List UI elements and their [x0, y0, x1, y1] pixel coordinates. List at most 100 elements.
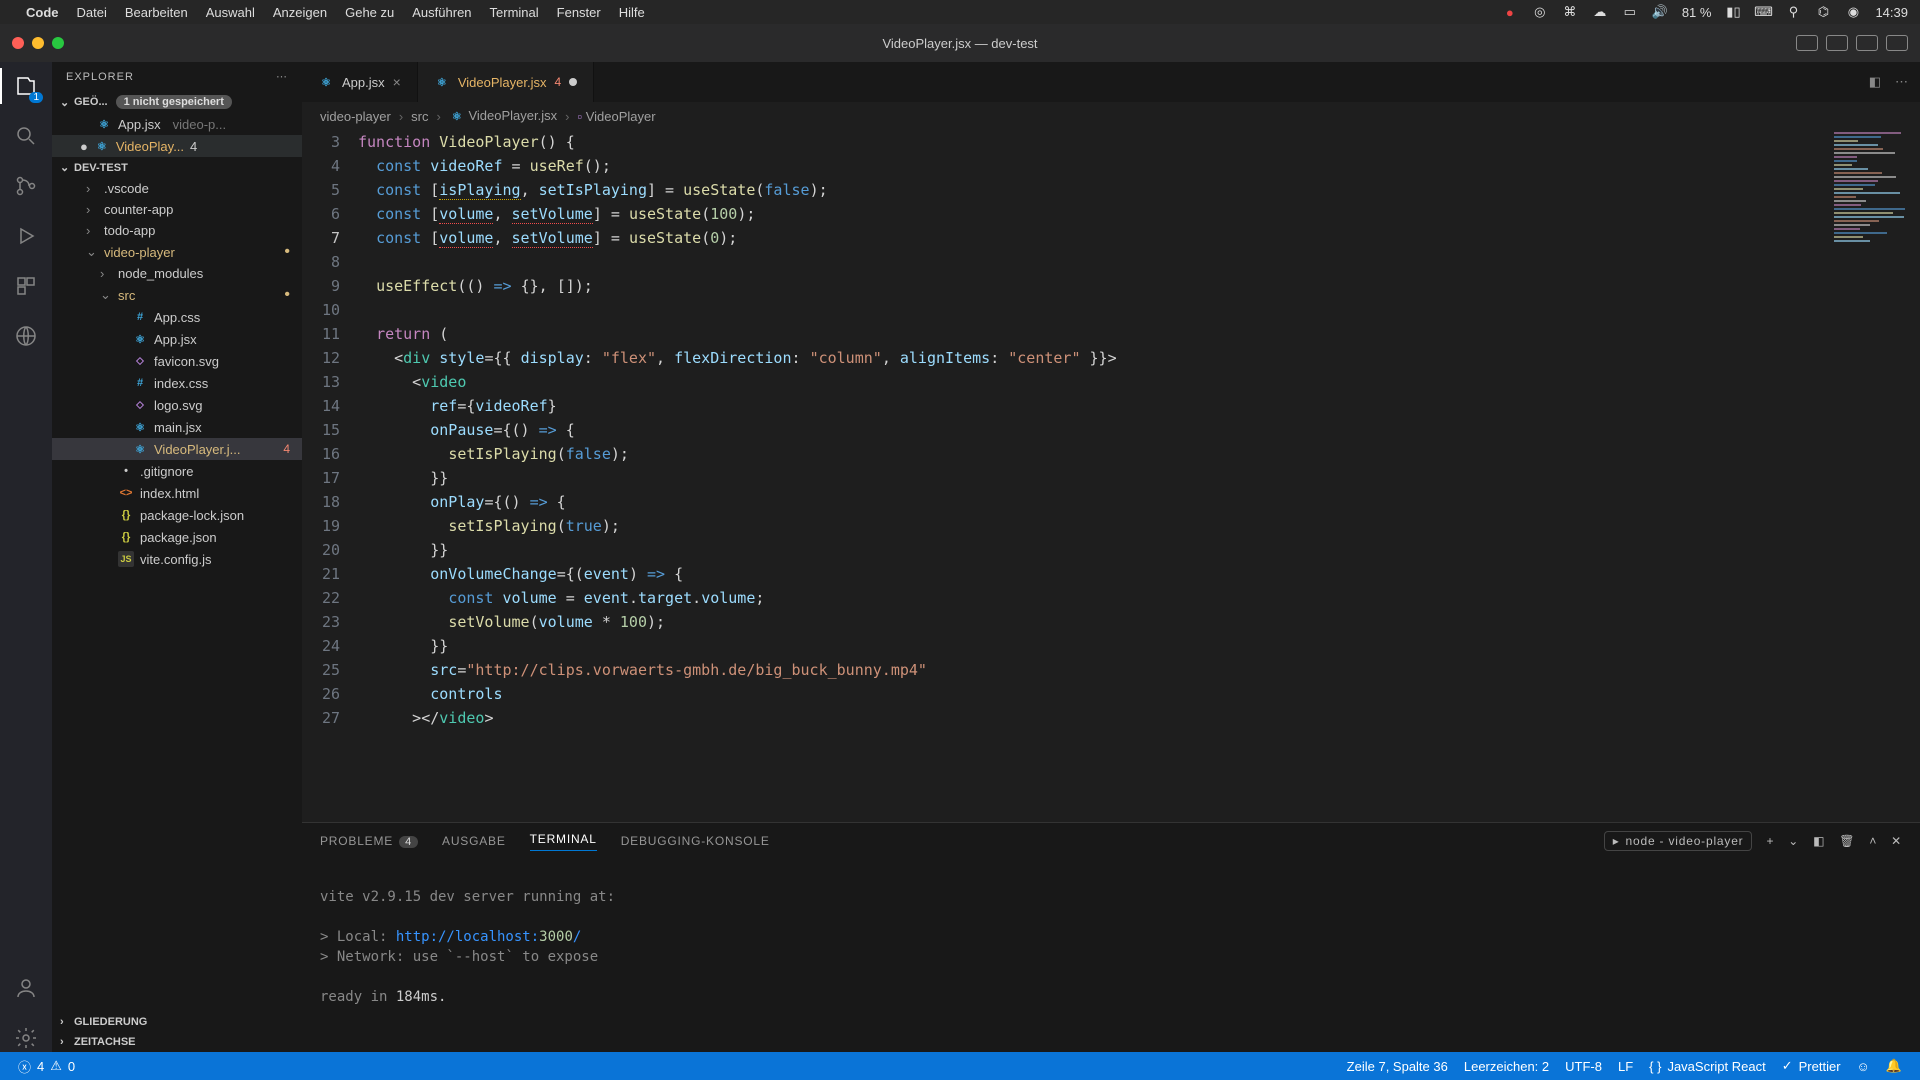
timeline-header[interactable]: › ZEITACHSE [52, 1032, 302, 1052]
file-item[interactable]: <>index.html [52, 482, 302, 504]
maximize-panel-icon[interactable]: ˄ [1869, 834, 1877, 848]
panel-tab-output[interactable]: AUSGABE [442, 834, 506, 848]
status-cursor[interactable]: Zeile 7, Spalte 36 [1339, 1058, 1456, 1074]
window-close-button[interactable] [12, 37, 24, 49]
explorer-icon[interactable]: 1 [12, 72, 40, 100]
extensions-icon[interactable] [12, 272, 40, 300]
code-content[interactable]: function VideoPlayer() { const videoRef … [358, 130, 1920, 822]
panel-tab-terminal[interactable]: TERMINAL [530, 832, 597, 851]
folder-item[interactable]: ›.vscode [52, 178, 302, 199]
siri-icon[interactable]: ◉ [1845, 4, 1861, 20]
status-icon[interactable]: ☁︎ [1592, 4, 1608, 20]
file-item[interactable]: #index.css [52, 372, 302, 394]
open-editors-header[interactable]: ⌄ GEÖ... 1 nicht gespeichert [52, 91, 302, 113]
source-control-icon[interactable] [12, 172, 40, 200]
folder-item[interactable]: ›node_modules [52, 263, 302, 284]
menu-item[interactable]: Hilfe [619, 5, 645, 20]
outline-header[interactable]: › GLIEDERUNG [52, 1012, 302, 1032]
folder-item[interactable]: ⌄src• [52, 284, 302, 306]
status-eol[interactable]: LF [1610, 1058, 1641, 1074]
volume-icon[interactable]: 🔊 [1652, 4, 1668, 20]
file-name: App.jsx [118, 117, 161, 132]
open-editor-item[interactable]: ⚛App.jsxvideo-p... [52, 113, 302, 135]
file-item[interactable]: ⚛main.jsx [52, 416, 302, 438]
outline-label: GLIEDERUNG [74, 1016, 147, 1028]
explorer-more-icon[interactable]: ⋯ [276, 70, 288, 83]
status-icon[interactable]: ◎ [1532, 4, 1548, 20]
close-panel-icon[interactable]: ✕ [1891, 834, 1902, 848]
status-feedback-icon[interactable]: ☺ [1849, 1058, 1878, 1074]
folder-item[interactable]: ›todo-app [52, 220, 302, 241]
status-encoding[interactable]: UTF-8 [1557, 1058, 1610, 1074]
editor-tabs: ⚛App.jsx×⚛VideoPlayer.jsx 4 ◧ ⋯ [302, 62, 1920, 102]
status-bell-icon[interactable]: 🔔 [1878, 1058, 1910, 1074]
breadcrumb-item[interactable]: src [411, 109, 428, 124]
wifi-icon[interactable]: ⚲ [1785, 4, 1801, 20]
new-terminal-icon[interactable]: + [1766, 834, 1774, 848]
split-editor-icon[interactable]: ◧ [1869, 74, 1881, 90]
file-item[interactable]: JSvite.config.js [52, 548, 302, 570]
window-maximize-button[interactable] [52, 37, 64, 49]
panel-tab-problems[interactable]: PROBLEME4 [320, 834, 418, 848]
code-editor[interactable]: 3456789101112131415161718192021222324252… [302, 130, 1920, 822]
status-icon[interactable]: ⌘ [1562, 4, 1578, 20]
menu-item[interactable]: Auswahl [206, 5, 255, 20]
terminal-content[interactable]: vite v2.9.15 dev server running at: > Lo… [302, 859, 1920, 1052]
file-item[interactable]: #App.css [52, 306, 302, 328]
breadcrumb[interactable]: video-player›src›⚛ VideoPlayer.jsx›▫ Vid… [302, 102, 1920, 130]
file-item[interactable]: {}package.json [52, 526, 302, 548]
toggle-panel-icon[interactable] [1826, 35, 1848, 51]
toggle-secondary-icon[interactable] [1856, 35, 1878, 51]
battery-icon[interactable]: ▮▯ [1725, 4, 1741, 20]
terminal-dropdown-icon[interactable]: ⌄ [1788, 834, 1799, 848]
folder-item[interactable]: ⌄video-player• [52, 241, 302, 263]
menu-item[interactable]: Terminal [490, 5, 539, 20]
menu-item[interactable]: Gehe zu [345, 5, 394, 20]
open-editor-item[interactable]: ●⚛VideoPlay...4 [52, 135, 302, 157]
terminal-selector[interactable]: ▸ node - video-player [1604, 831, 1753, 851]
clock[interactable]: 14:39 [1875, 5, 1908, 20]
file-item[interactable]: ⚛App.jsx [52, 328, 302, 350]
customize-layout-icon[interactable] [1886, 35, 1908, 51]
editor-tab[interactable]: ⚛App.jsx× [302, 62, 418, 102]
run-debug-icon[interactable] [12, 222, 40, 250]
display-icon[interactable]: ▭ [1622, 4, 1638, 20]
file-icon: ⚛ [132, 441, 148, 457]
file-item[interactable]: ⬦logo.svg [52, 394, 302, 416]
close-tab-icon[interactable]: × [393, 74, 401, 90]
menu-item[interactable]: Fenster [557, 5, 601, 20]
status-icon[interactable]: ● [1502, 5, 1518, 20]
breadcrumb-item[interactable]: ▫ VideoPlayer [577, 109, 655, 124]
editor-tab[interactable]: ⚛VideoPlayer.jsx 4 [418, 62, 594, 102]
file-item[interactable]: ⚛VideoPlayer.j...4 [52, 438, 302, 460]
kill-terminal-icon[interactable]: 🗑 [1839, 834, 1855, 848]
breadcrumb-item[interactable]: ⚛ VideoPlayer.jsx [449, 108, 557, 125]
toggle-sidebar-icon[interactable] [1796, 35, 1818, 51]
file-item[interactable]: {}package-lock.json [52, 504, 302, 526]
status-errors[interactable]: ⓧ4 ⚠0 [10, 1057, 83, 1076]
menu-item[interactable]: Datei [77, 5, 107, 20]
control-center-icon[interactable]: ⌬ [1815, 4, 1831, 20]
menubar-app[interactable]: Code [26, 5, 59, 20]
window-minimize-button[interactable] [32, 37, 44, 49]
workspace-header[interactable]: ⌄ DEV-TEST [52, 157, 302, 178]
status-lang[interactable]: { } JavaScript React [1641, 1058, 1774, 1074]
remote-icon[interactable] [12, 322, 40, 350]
menu-item[interactable]: Ausführen [412, 5, 471, 20]
file-item[interactable]: ⬦favicon.svg [52, 350, 302, 372]
split-terminal-icon[interactable]: ◧ [1813, 834, 1825, 848]
more-actions-icon[interactable]: ⋯ [1895, 74, 1908, 90]
file-item[interactable]: •.gitignore [52, 460, 302, 482]
breadcrumb-item[interactable]: video-player [320, 109, 391, 124]
folder-item[interactable]: ›counter-app [52, 199, 302, 220]
settings-gear-icon[interactable] [12, 1024, 40, 1052]
status-indent[interactable]: Leerzeichen: 2 [1456, 1058, 1557, 1074]
keyboard-icon[interactable]: ⌨︎ [1755, 4, 1771, 20]
account-icon[interactable] [12, 974, 40, 1002]
minimap[interactable] [1830, 130, 1920, 822]
panel-tab-debug[interactable]: DEBUGGING-KONSOLE [621, 834, 770, 848]
search-icon[interactable] [12, 122, 40, 150]
menu-item[interactable]: Bearbeiten [125, 5, 188, 20]
menu-item[interactable]: Anzeigen [273, 5, 327, 20]
status-prettier[interactable]: ✓ Prettier [1774, 1058, 1849, 1074]
